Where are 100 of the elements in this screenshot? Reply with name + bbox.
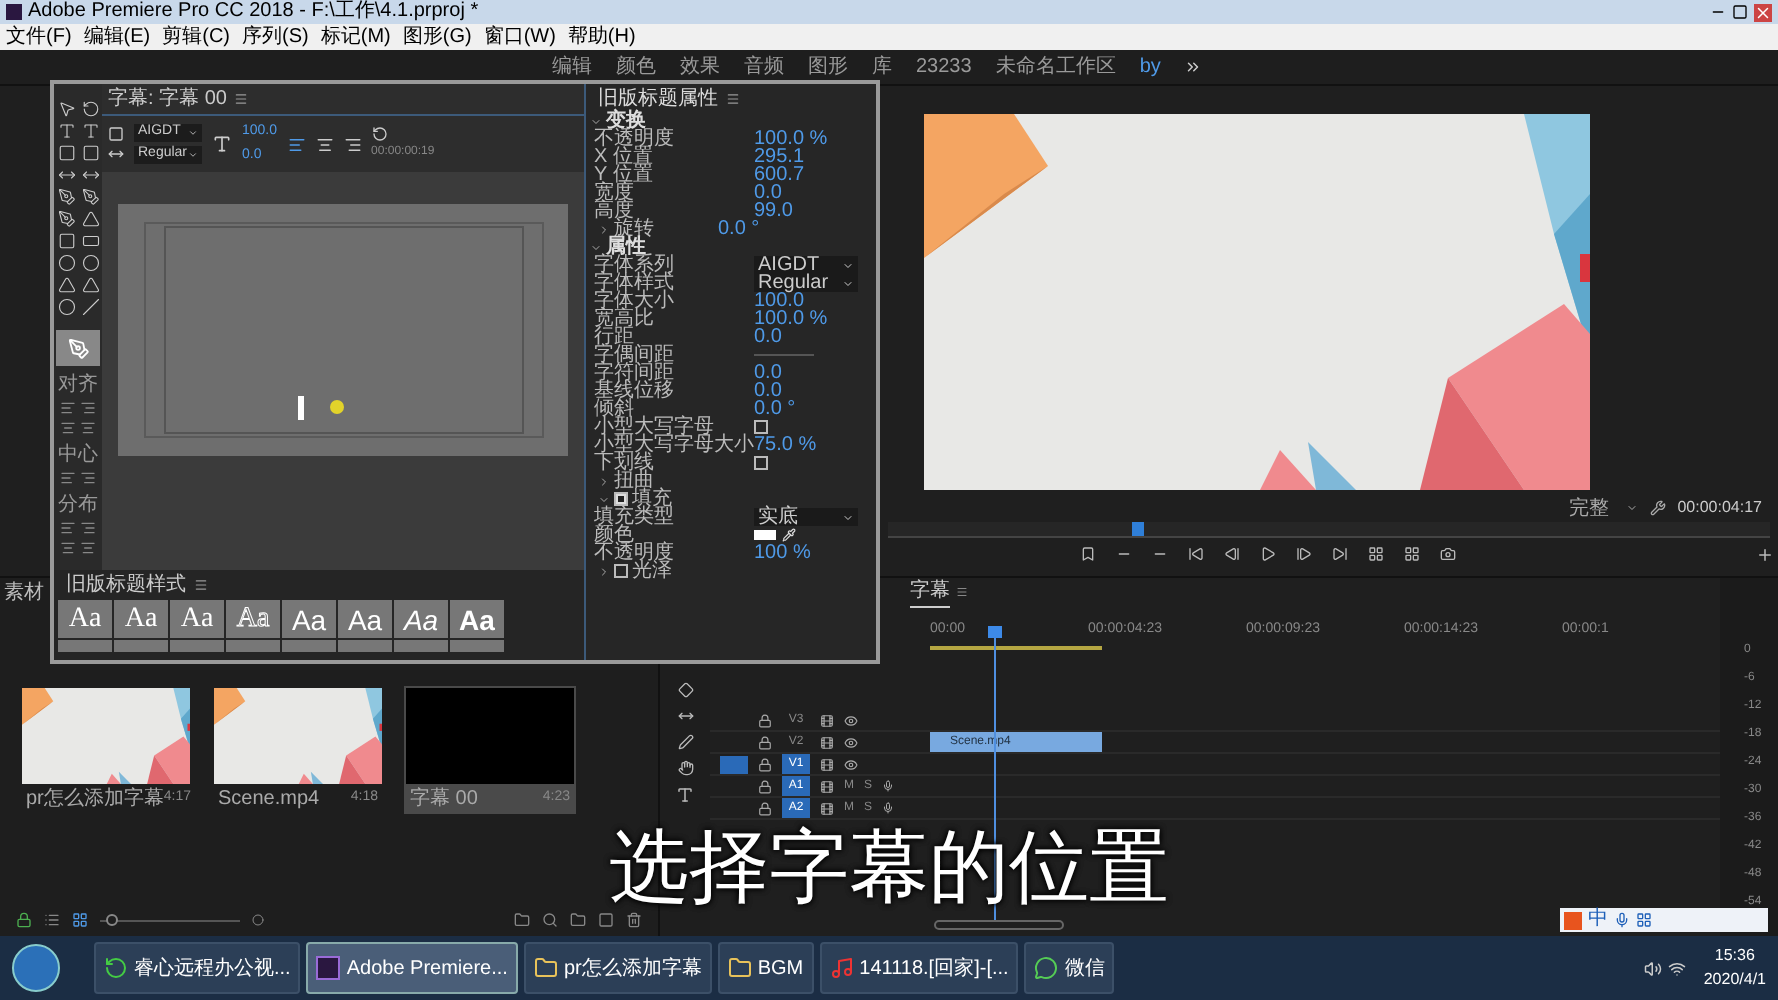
property-value[interactable]: 100.0 % bbox=[754, 310, 828, 328]
taskbar-item[interactable]: pr怎么添加字幕 bbox=[523, 942, 712, 994]
tool-icon[interactable] bbox=[57, 210, 75, 228]
film-icon[interactable] bbox=[820, 779, 834, 793]
color-swatch[interactable] bbox=[754, 530, 776, 540]
zoom-slider[interactable] bbox=[100, 914, 240, 926]
align-icon[interactable] bbox=[60, 540, 76, 556]
style-swatch[interactable]: Aa bbox=[170, 600, 224, 638]
lock-icon[interactable] bbox=[758, 735, 772, 749]
tool-icon[interactable] bbox=[81, 166, 99, 184]
style-swatch[interactable] bbox=[226, 640, 280, 652]
workspace-tab[interactable]: 图形 bbox=[808, 52, 848, 82]
property-value[interactable]: 600.7 bbox=[754, 166, 805, 184]
caret-icon[interactable] bbox=[188, 128, 198, 138]
close-icon[interactable] bbox=[1754, 3, 1772, 21]
playhead-marker[interactable] bbox=[1132, 522, 1144, 536]
align-icon[interactable] bbox=[80, 400, 96, 416]
align-icon[interactable] bbox=[60, 420, 76, 436]
tool-icon[interactable] bbox=[57, 122, 75, 140]
style-swatch[interactable]: Aa bbox=[114, 600, 168, 638]
add-icon[interactable] bbox=[1756, 545, 1774, 563]
eye-icon[interactable] bbox=[844, 757, 858, 771]
circle-icon[interactable] bbox=[252, 914, 264, 926]
style-swatch[interactable]: Aa bbox=[226, 600, 280, 638]
tool-icon[interactable] bbox=[57, 100, 75, 118]
style-swatch[interactable] bbox=[394, 640, 448, 652]
rotate-icon[interactable] bbox=[371, 126, 388, 142]
workspace-tab[interactable]: 效果 bbox=[680, 52, 720, 82]
caret-icon[interactable] bbox=[842, 511, 854, 523]
transport-icon[interactable] bbox=[1260, 546, 1276, 562]
slip-tool-icon[interactable] bbox=[677, 708, 693, 724]
tool-icon[interactable] bbox=[57, 166, 75, 184]
mic-icon[interactable] bbox=[882, 780, 895, 792]
lock-icon[interactable] bbox=[16, 912, 32, 928]
film-icon[interactable] bbox=[820, 735, 834, 749]
property-value[interactable]: 100.0 bbox=[754, 292, 805, 310]
menu-icon[interactable] bbox=[234, 92, 249, 106]
align-icon[interactable] bbox=[80, 470, 96, 486]
eye-icon[interactable] bbox=[844, 713, 858, 727]
taskbar-item[interactable]: 睿心远程办公视... bbox=[94, 942, 301, 994]
panel-tab[interactable]: 字幕: 字幕 00 bbox=[108, 84, 227, 114]
style-swatch[interactable] bbox=[58, 640, 112, 652]
property-dropdown[interactable]: Regular bbox=[754, 274, 858, 292]
menu-icon[interactable] bbox=[956, 586, 968, 598]
film-icon[interactable] bbox=[820, 713, 834, 727]
menu-item[interactable]: 帮助(H) bbox=[567, 25, 636, 49]
checkbox[interactable] bbox=[614, 492, 628, 506]
film-icon[interactable] bbox=[820, 757, 834, 771]
align-icon[interactable] bbox=[60, 520, 76, 536]
text-size-icon[interactable] bbox=[212, 134, 232, 154]
workspace-tab[interactable]: 音频 bbox=[744, 52, 784, 82]
workspace-tab[interactable]: 23233 bbox=[916, 52, 972, 82]
settings-icon[interactable] bbox=[1649, 500, 1666, 516]
property-dropdown[interactable]: AIGDT bbox=[754, 256, 858, 274]
trash-icon[interactable] bbox=[626, 912, 642, 928]
menu-item[interactable]: 窗口(W) bbox=[483, 25, 556, 49]
ime-mode[interactable]: 中 bbox=[1588, 910, 1608, 930]
folder-icon[interactable] bbox=[570, 912, 586, 928]
style-swatch[interactable]: Aa bbox=[338, 600, 392, 638]
transport-icon[interactable] bbox=[1332, 546, 1348, 562]
keyboard-icon[interactable] bbox=[1636, 912, 1652, 928]
transport-icon[interactable] bbox=[1404, 546, 1420, 562]
transport-icon[interactable] bbox=[1188, 546, 1204, 562]
eye-icon[interactable] bbox=[844, 735, 858, 749]
property-value[interactable]: 100.0 % bbox=[754, 130, 828, 148]
transport-icon[interactable] bbox=[1440, 546, 1456, 562]
type-tool-icon[interactable] bbox=[676, 786, 694, 804]
caret-icon[interactable] bbox=[188, 150, 198, 160]
property-value[interactable]: 0.0 bbox=[754, 328, 782, 346]
workspace-tab[interactable]: 库 bbox=[872, 52, 892, 82]
align-left-icon[interactable] bbox=[287, 135, 306, 153]
eyedropper-icon[interactable] bbox=[782, 528, 796, 542]
workspace-tab[interactable]: by bbox=[1139, 52, 1161, 82]
icon-view-icon[interactable] bbox=[72, 912, 88, 928]
align-icon[interactable] bbox=[80, 540, 96, 556]
expand-icon[interactable] bbox=[590, 241, 602, 253]
taskbar-item[interactable]: 141118.[回家]-[... bbox=[819, 942, 1019, 994]
align-icon[interactable] bbox=[80, 420, 96, 436]
maximize-icon[interactable] bbox=[1732, 4, 1748, 20]
menu-item[interactable]: 序列(S) bbox=[242, 25, 309, 49]
menu-item[interactable]: 文件(F) bbox=[6, 25, 72, 49]
workspace-tab[interactable]: 未命名工作区 bbox=[995, 52, 1116, 82]
playhead-handle[interactable] bbox=[988, 626, 1002, 638]
style-swatch[interactable]: Aa bbox=[282, 600, 336, 638]
checkbox[interactable] bbox=[614, 564, 628, 578]
transport-icon[interactable] bbox=[1296, 546, 1312, 562]
taskbar-item[interactable]: BGM bbox=[717, 942, 814, 994]
expand-icon[interactable] bbox=[590, 115, 602, 127]
transport-icon[interactable] bbox=[1224, 546, 1240, 562]
expand-icon[interactable] bbox=[598, 223, 610, 235]
style-swatch[interactable] bbox=[338, 640, 392, 652]
property-value[interactable]: 295.1 bbox=[754, 148, 805, 166]
style-swatch[interactable] bbox=[450, 640, 504, 652]
box-icon[interactable] bbox=[108, 126, 124, 142]
mic-icon[interactable] bbox=[882, 802, 895, 814]
property-value[interactable]: 0.0 bbox=[754, 184, 782, 202]
menu-item[interactable]: 编辑(E) bbox=[83, 25, 151, 49]
menu-icon[interactable] bbox=[194, 578, 208, 592]
network-icon[interactable] bbox=[1667, 959, 1686, 977]
lock-icon[interactable] bbox=[758, 779, 772, 793]
